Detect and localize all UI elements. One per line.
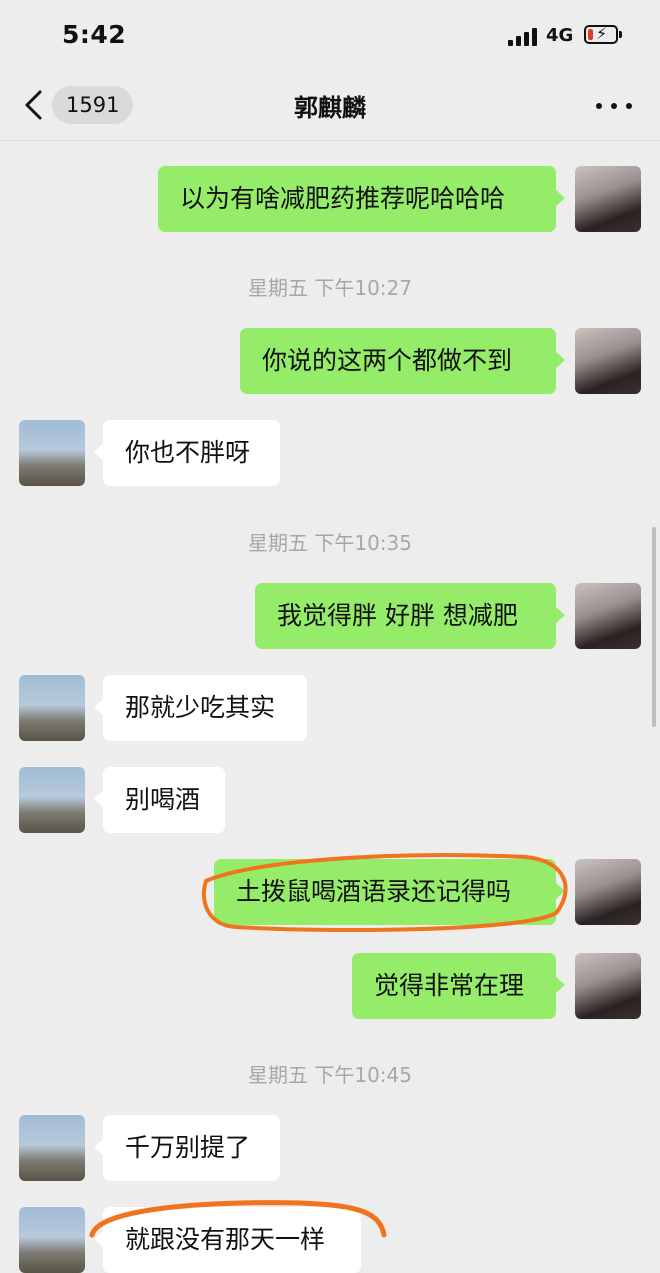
message-bubble-contact[interactable]: 你也不胖呀: [94, 420, 280, 486]
chat-header: 1591 郭麒麟: [0, 70, 660, 141]
avatar-self[interactable]: [575, 953, 641, 1019]
timestamp: 星期五 下午10:27: [248, 276, 412, 300]
back-chevron-icon[interactable]: [20, 89, 48, 121]
avatar-contact[interactable]: [19, 767, 85, 833]
message-bubble-contact[interactable]: 那就少吃其实: [94, 675, 307, 741]
battery-icon: ⚡: [584, 24, 618, 44]
message-bubble-self[interactable]: 土拨鼠喝酒语录还记得吗: [214, 859, 565, 925]
status-bar: 5:42 4G ⚡: [0, 0, 660, 70]
avatar-contact[interactable]: [19, 1115, 85, 1181]
message-bubble-self[interactable]: 你说的这两个都做不到: [240, 328, 565, 394]
more-icon[interactable]: [594, 100, 634, 112]
message-bubble-self[interactable]: 以为有啥减肥药推荐呢哈哈哈: [158, 166, 565, 232]
avatar-self[interactable]: [575, 328, 641, 394]
battery-tip: [619, 31, 622, 38]
timestamp: 星期五 下午10:35: [248, 531, 412, 555]
network-type: 4G: [546, 25, 574, 46]
message-bubble-contact[interactable]: 就跟没有那天一样: [94, 1207, 361, 1273]
avatar-contact[interactable]: [19, 420, 85, 486]
message-bubble-contact[interactable]: 别喝酒: [94, 767, 225, 833]
message-bubble-self[interactable]: 我觉得胖 好胖 想减肥: [255, 583, 565, 649]
avatar-contact[interactable]: [19, 675, 85, 741]
signal-icon: [508, 26, 540, 46]
unread-count-badge[interactable]: 1591: [52, 86, 134, 124]
avatar-self[interactable]: [575, 859, 641, 925]
message-bubble-contact[interactable]: 千万别提了: [94, 1115, 280, 1181]
message-bubble-self[interactable]: 觉得非常在理: [352, 953, 565, 1019]
avatar-contact[interactable]: [19, 1207, 85, 1273]
avatar-self[interactable]: [575, 583, 641, 649]
scrollbar[interactable]: [652, 527, 656, 727]
timestamp: 星期五 下午10:45: [248, 1063, 412, 1087]
status-time: 5:42: [62, 20, 127, 49]
charging-bolt-icon: ⚡: [596, 24, 608, 43]
avatar-self[interactable]: [575, 166, 641, 232]
chat-message-list[interactable]: 以为有啥减肥药推荐呢哈哈哈 星期五 下午10:27 你说的这两个都做不到 你也不…: [0, 141, 660, 1273]
